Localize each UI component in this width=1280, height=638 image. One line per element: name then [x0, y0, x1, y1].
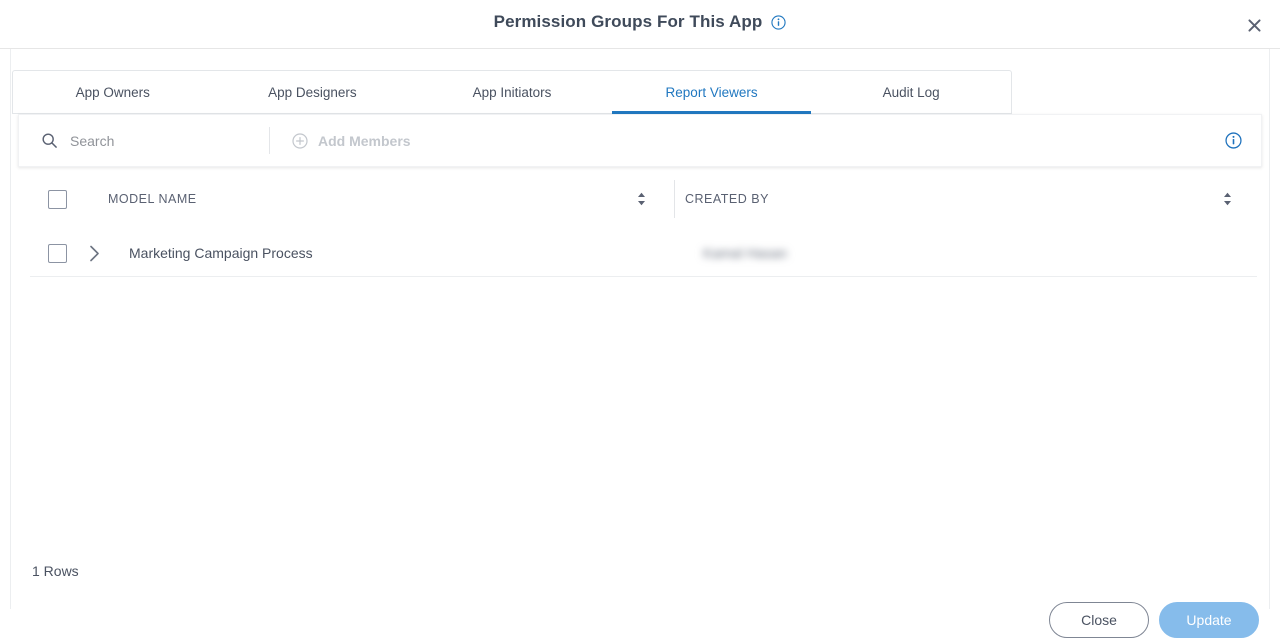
- tab-app-designers[interactable]: App Designers: [213, 71, 413, 113]
- sort-icon[interactable]: [637, 192, 646, 206]
- tab-label: Report Viewers: [665, 84, 758, 100]
- tab-app-initiators[interactable]: App Initiators: [412, 71, 612, 113]
- row-expand-toggle[interactable]: [89, 245, 129, 262]
- table-header: MODEL NAME CREATED BY: [30, 168, 1257, 230]
- column-label: CREATED BY: [685, 192, 769, 206]
- column-header-model-name[interactable]: MODEL NAME: [108, 168, 674, 230]
- plus-circle-icon: [292, 132, 308, 149]
- dialog-actions: Close Update: [1049, 602, 1259, 638]
- update-button[interactable]: Update: [1159, 602, 1259, 638]
- created-by-value: Kamal Hasan: [703, 245, 788, 261]
- tab-strip: App Owners App Designers App Initiators …: [12, 70, 1012, 114]
- page-title: Permission Groups For This App: [493, 12, 763, 31]
- dialog-title-wrap: Permission Groups For This App: [0, 12, 1280, 32]
- tab-audit-log[interactable]: Audit Log: [811, 71, 1011, 113]
- search-box[interactable]: [19, 115, 269, 166]
- column-header-created-by[interactable]: CREATED BY: [674, 168, 1257, 230]
- tab-label: App Designers: [268, 84, 357, 100]
- toolbar: Add Members: [18, 114, 1262, 167]
- column-label: MODEL NAME: [108, 192, 197, 206]
- table-row[interactable]: Marketing Campaign Process Kamal Hasan: [30, 230, 1257, 277]
- cell-model-name: Marketing Campaign Process: [129, 245, 313, 261]
- rows-count-label: 1 Rows: [32, 563, 79, 579]
- title-info-icon[interactable]: [771, 14, 786, 30]
- close-button[interactable]: Close: [1049, 602, 1149, 638]
- select-all-cell: [30, 189, 108, 209]
- cell-created-by: Kamal Hasan: [692, 245, 1257, 261]
- tab-label: Audit Log: [882, 84, 940, 100]
- row-checkbox[interactable]: [48, 243, 67, 263]
- members-table: MODEL NAME CREATED BY Marketing Campaign…: [30, 168, 1257, 277]
- add-members-label: Add Members: [318, 132, 411, 149]
- dialog-header: Permission Groups For This App: [0, 0, 1280, 49]
- tab-app-owners[interactable]: App Owners: [13, 71, 213, 113]
- select-all-checkbox[interactable]: [48, 189, 67, 209]
- tab-report-viewers[interactable]: Report Viewers: [611, 71, 812, 114]
- tab-label: App Owners: [75, 84, 150, 100]
- search-input[interactable]: [70, 132, 250, 149]
- close-icon[interactable]: [1242, 13, 1266, 37]
- chevron-right-icon: [90, 245, 99, 261]
- dialog-body: App Owners App Designers App Initiators …: [10, 49, 1270, 638]
- tab-label: App Initiators: [472, 84, 552, 100]
- toolbar-info-icon[interactable]: [1225, 132, 1242, 149]
- sort-icon[interactable]: [1223, 192, 1232, 206]
- row-checkbox-cell: [30, 243, 89, 263]
- search-icon: [41, 132, 58, 149]
- add-members-button[interactable]: Add Members: [270, 133, 411, 149]
